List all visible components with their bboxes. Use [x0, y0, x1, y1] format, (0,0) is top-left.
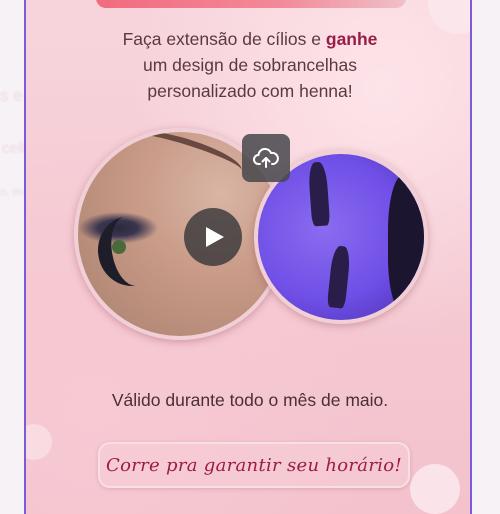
eye-shape — [112, 240, 126, 254]
cloud-upload-button[interactable] — [242, 134, 290, 182]
eyebrow-shape — [307, 161, 331, 227]
headline-line3: personalizado com henna! — [147, 81, 353, 101]
play-button[interactable] — [184, 208, 242, 266]
play-icon — [206, 227, 224, 247]
flower-decoration — [410, 464, 460, 514]
hair-shape — [388, 174, 424, 314]
cta-button[interactable]: Corre pra garantir seu horário! — [98, 442, 410, 488]
headline-line2: um design de sobrancelhas — [142, 55, 358, 75]
cloud-upload-icon — [253, 147, 279, 168]
top-accent-bar — [96, 0, 406, 8]
promo-card: Faça extensão de cílios e ganhe um desig… — [24, 0, 472, 514]
flower-decoration — [26, 424, 52, 460]
lashes-shape — [92, 210, 170, 292]
validity-text: Válido durante todo o mês de maio. — [111, 390, 389, 410]
cta-label: Corre pra garantir seu horário! — [106, 454, 402, 476]
eyebrow-shape — [326, 245, 352, 309]
headline-line1: Faça extensão de cílios e — [122, 29, 326, 49]
promo-headline: Faça extensão de cílios e ganhe um desig… — [26, 26, 470, 104]
headline-highlight: ganhe — [325, 29, 378, 49]
eyebrow-shape — [132, 132, 246, 183]
